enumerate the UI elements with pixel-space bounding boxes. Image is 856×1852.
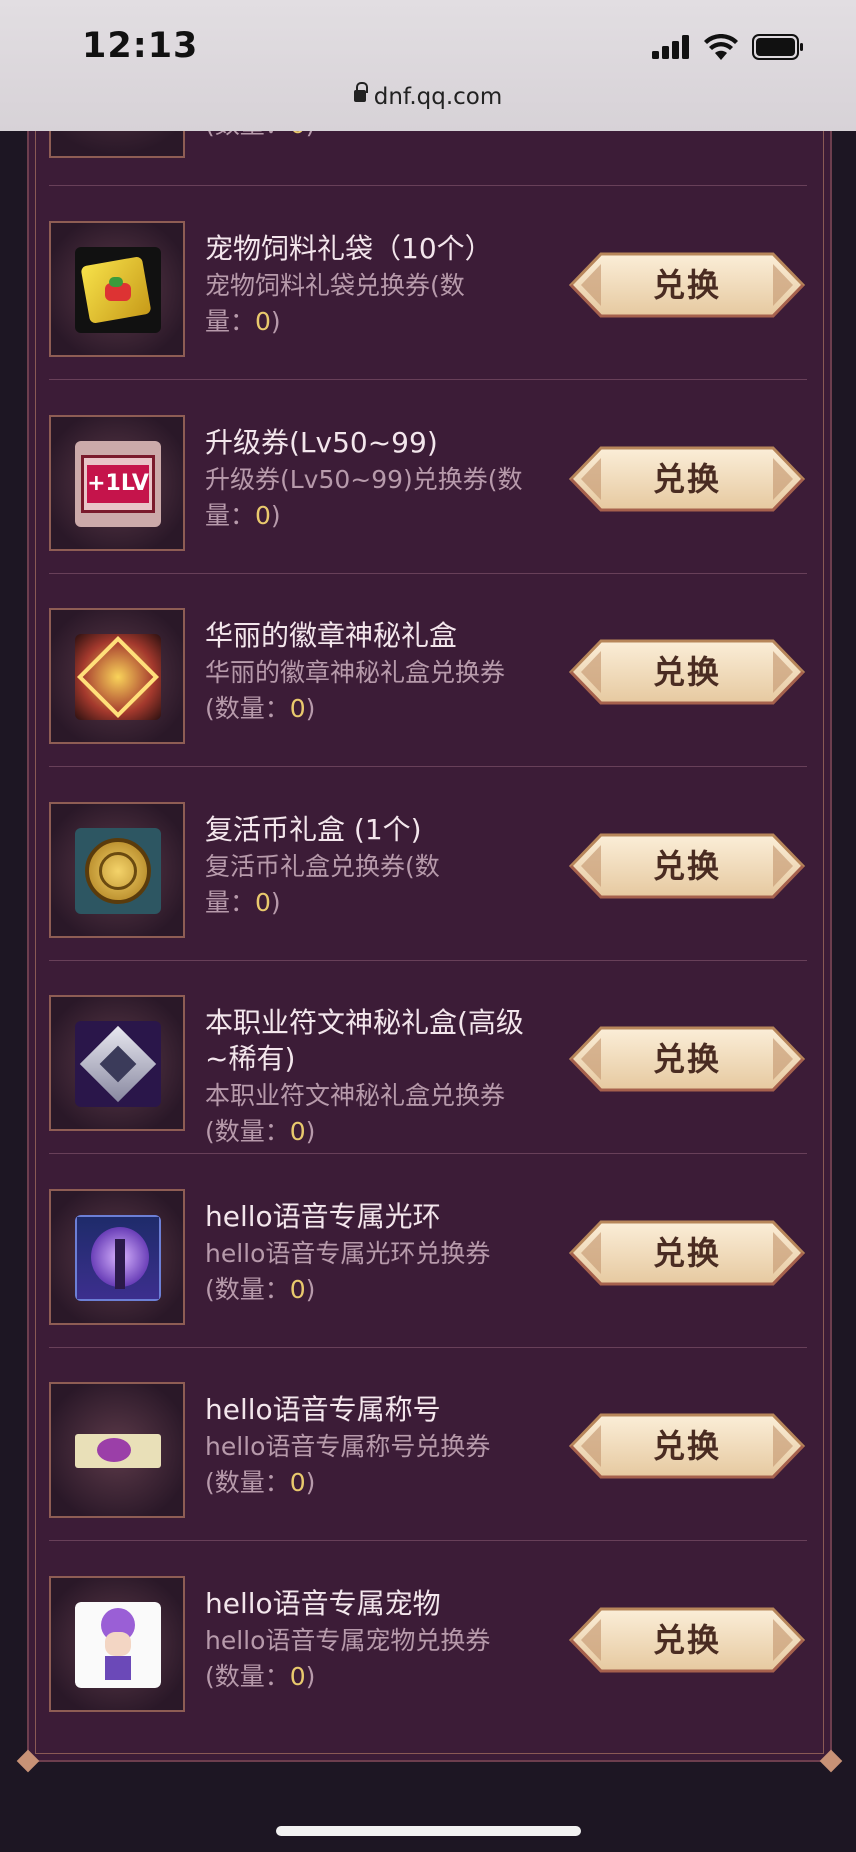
list-item: hello语音专属称号 hello语音专属称号兑换券 (数量：0) 兑换: [49, 1347, 807, 1541]
list-item: 本职业符文神秘礼盒(高级~稀有) 本职业符文神秘礼盒兑换券 (数量：0) 兑换: [49, 960, 807, 1154]
item-icon-frame: [49, 1189, 185, 1325]
item-title: 复活币礼盒 (1个): [205, 813, 422, 846]
exchange-button-label: 兑换: [652, 653, 721, 691]
pet-icon: [75, 1602, 161, 1688]
item-description: hello语音专属称号兑换券 (数量：0): [205, 1432, 491, 1497]
exchange-button[interactable]: 兑换: [567, 637, 807, 707]
list-item: 华丽的徽章神秘礼盒 华丽的徽章神秘礼盒兑换券 (数量：0) 兑换: [49, 573, 807, 767]
exchange-button-label: 兑换: [652, 1234, 721, 1272]
item-title: 华丽的徽章神秘礼盒: [205, 619, 458, 652]
item-icon-frame: [49, 221, 185, 357]
pet-feed-bag-icon: [75, 247, 161, 333]
exchange-button[interactable]: 兑换: [567, 1218, 807, 1288]
exchange-button-label: 兑换: [652, 847, 721, 885]
exchange-button-label: 兑换: [652, 1621, 721, 1659]
list-item: hello语音专属光环 hello语音专属光环兑换券 (数量：0) 兑换: [49, 1154, 807, 1348]
item-description: hello语音专属宠物兑换券 (数量：0): [205, 1626, 491, 1691]
list-item: +1LV 升级券(Lv50~99) 升级券(Lv50~99)兑换券(数 量：0) …: [49, 380, 807, 574]
aura-icon: [75, 1215, 161, 1301]
rune-box-icon: [75, 1021, 161, 1107]
item-description: hello语音专属光环兑换券 (数量：0): [205, 1239, 491, 1304]
item-description: 宠物饲料礼袋兑换券(数 量：0): [205, 271, 465, 336]
exchange-button[interactable]: 兑换: [567, 831, 807, 901]
item-title: hello语音专属称号: [205, 1393, 441, 1426]
item-title: 本职业符文神秘礼盒(高级~稀有): [205, 1006, 524, 1075]
item-description: 升级券(Lv50~99)兑换券(数 量：0): [205, 465, 523, 530]
emblem-chest-icon: [75, 634, 161, 720]
item-icon-frame: [49, 1382, 185, 1518]
item-description: 华丽的徽章神秘礼盒兑换券 (数量：0): [205, 658, 506, 723]
item-icon-frame: [49, 1576, 185, 1712]
home-indicator[interactable]: [276, 1826, 581, 1836]
item-description: 本职业符文神秘礼盒兑换券 (数量：0): [205, 1081, 506, 1146]
clock: 12:13: [82, 26, 199, 66]
exchange-button[interactable]: 兑换: [567, 1411, 807, 1481]
item-icon-frame: [49, 608, 185, 744]
status-bar: 12:13 dnf.qq.com: [0, 0, 856, 131]
revival-coin-icon: [75, 828, 161, 914]
exchange-button-label: 兑换: [652, 266, 721, 304]
wifi-icon: [704, 33, 738, 64]
exchange-button[interactable]: 兑换: [567, 1024, 807, 1094]
item-title: hello语音专属宠物: [205, 1587, 441, 1620]
exchange-button-label: 兑换: [652, 1427, 721, 1465]
list-item: hello语音专属宠物 hello语音专属宠物兑换券 (数量：0) 兑换: [49, 1541, 807, 1735]
url-text: dnf.qq.com: [373, 84, 503, 110]
exchange-button[interactable]: 兑换: [567, 444, 807, 514]
item-description: 复活币礼盒兑换券(数 量：0): [205, 852, 440, 917]
signal-icon: [652, 35, 690, 63]
lock-icon: [353, 81, 368, 102]
item-icon-frame: +1LV: [49, 415, 185, 551]
title-badge-icon: [75, 1408, 161, 1494]
item-title: hello语音专属光环: [205, 1200, 441, 1233]
exchange-button[interactable]: 兑换: [567, 250, 807, 320]
item-icon-frame: [49, 802, 185, 938]
level-up-ticket-icon: +1LV: [75, 441, 161, 527]
exchange-button-label: 兑换: [652, 1040, 721, 1078]
list-item: 复活币礼盒 (1个) 复活币礼盒兑换券(数 量：0) 兑换: [49, 767, 807, 961]
battery-icon: [752, 34, 804, 64]
item-title: 升级券(Lv50~99): [205, 426, 438, 459]
address-bar[interactable]: dnf.qq.com: [0, 81, 856, 110]
exchange-button[interactable]: 兑换: [567, 1605, 807, 1675]
item-title: 宠物饲料礼袋（10个）: [205, 232, 493, 265]
exchange-button-label: 兑换: [652, 460, 721, 498]
list-item: 宠物饲料礼袋（10个） 宠物饲料礼袋兑换券(数 量：0) 兑换: [49, 186, 807, 380]
item-icon-frame: [49, 995, 185, 1131]
